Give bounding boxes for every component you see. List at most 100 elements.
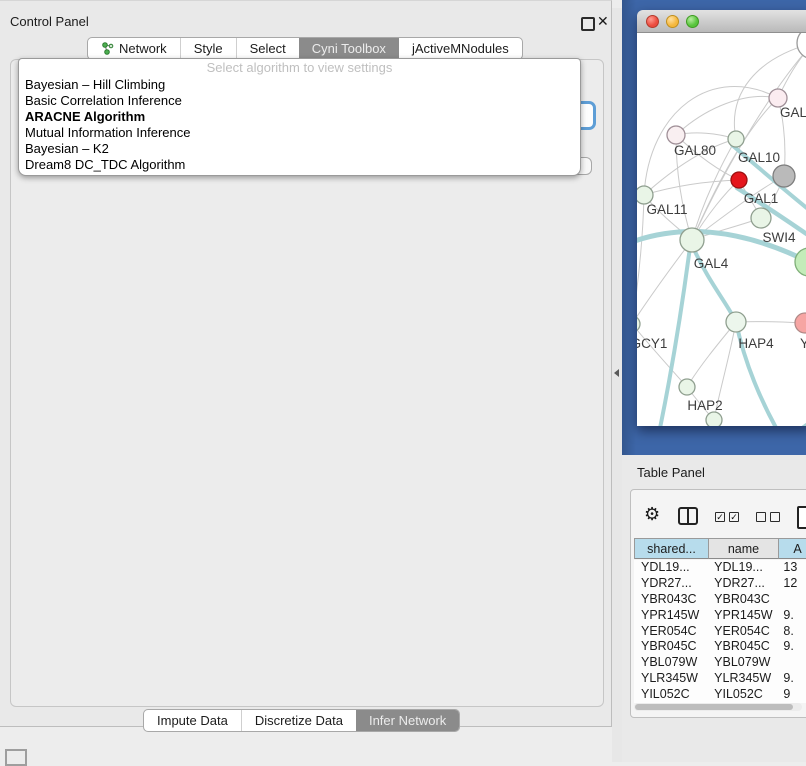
tab-strip: Network Style Select Cyni Toolbox jActiveMNo… [87,37,523,60]
network-node-hap4[interactable] [726,312,746,332]
network-node-gal10[interactable] [728,131,744,147]
tab-label: Select [250,38,286,59]
network-node-gal80[interactable] [667,126,685,144]
tab-label: Discretize Data [255,710,343,731]
table-hscrollbar-thumb[interactable] [635,704,793,710]
tab-label: Style [194,38,223,59]
column-header-a[interactable]: A [779,539,806,559]
column-header-shared[interactable]: shared... [635,539,709,559]
table-cell: YDR27... [634,576,707,592]
table-cell: 12 [776,576,806,592]
minimized-panel-icon[interactable] [5,749,27,766]
node-label-y: Y [800,336,806,351]
tab-infer-network[interactable]: Infer Network [356,710,459,731]
table-row[interactable]: YBR045CYBR045C9. [634,639,806,655]
column-header-name[interactable]: name [709,539,779,559]
algorithm-option-dream8-dc-tdc-algorithm[interactable]: Dream8 DC_TDC Algorithm [19,157,580,173]
table-cell [776,655,806,671]
network-node-unlabeled[interactable] [706,412,722,426]
algorithm-option-basic-correlation-inference[interactable]: Basic Correlation Inference [19,93,580,109]
table-row[interactable]: YPR145WYPR145W9. [634,608,806,624]
algorithm-placeholder: Select algorithm to view settings [19,59,580,77]
table-row[interactable]: YIL052CYIL052C9 [634,687,806,703]
network-canvas[interactable]: GALGAL80GAL10GAL1GAL11SWI4GAL4GCY1HAP4YH… [637,33,806,426]
splitter-arrow-icon[interactable] [614,369,619,377]
node-label-hap2: HAP2 [687,398,722,413]
tab-jactivemnodules[interactable]: jActiveMNodules [399,38,522,59]
table-cell: YDR27... [707,576,776,592]
network-node-hap2[interactable] [679,379,695,395]
table-row[interactable]: YDR27...YDR27...12 [634,576,806,592]
table-cell: YER054C [634,624,707,640]
table-cell: 9. [776,639,806,655]
network-node-gal4[interactable] [680,228,704,252]
node-label-gal1: GAL1 [744,191,779,206]
table-cell: 9. [776,671,806,687]
tab-discretize-data[interactable]: Discretize Data [241,710,356,731]
unchecked-checkbox-icon[interactable] [770,512,780,522]
table-cell: YPR145W [707,608,776,624]
network-node-y[interactable] [795,313,806,333]
tab-select[interactable]: Select [236,38,299,59]
network-node-unlabeled[interactable] [795,248,806,276]
algorithm-option-mutual-information-inference[interactable]: Mutual Information Inference [19,125,580,141]
bottom-tab-strip: Impute Data Discretize Data Infer Network [143,709,460,732]
table-row[interactable]: YLR345WYLR345W9. [634,671,806,687]
table-cell: YDL19... [634,560,707,576]
tab-style[interactable]: Style [180,38,236,59]
node-label-swi4: SWI4 [762,230,795,245]
tab-label: Network [119,38,167,59]
table-cell: YIL052C [634,687,707,703]
algorithm-option-bayesian-k2[interactable]: Bayesian – K2 [19,141,580,157]
node-label-gal4: GAL4 [694,256,729,271]
float-icon[interactable] [581,17,595,31]
table-cell: YER054C [707,624,776,640]
network-node-gal1[interactable] [731,172,747,188]
minimize-traffic-light-icon[interactable] [666,15,679,28]
gear-icon[interactable]: ⚙ [644,505,660,523]
network-node-gcy1[interactable] [637,316,640,332]
network-window-titlebar[interactable] [637,10,806,33]
table-cell: YBL079W [707,655,776,671]
tab-network[interactable]: Network [88,38,180,59]
table-cell: 9. [776,608,806,624]
checked-checkbox-icon[interactable]: ✓ [729,512,739,522]
close-icon[interactable]: ✕ [597,13,609,30]
table-cell: YIL052C [707,687,776,703]
tab-label: Impute Data [157,710,228,731]
panel-splitter[interactable] [612,8,622,762]
table-cell: YBR045C [707,639,776,655]
close-traffic-light-icon[interactable] [646,15,659,28]
tab-label: Cyni Toolbox [312,38,386,59]
network-node-unlabeled[interactable] [773,165,795,187]
table-row[interactable]: YBL079WYBL079W [634,655,806,671]
table-cell: YDL19... [707,560,776,576]
checked-checkbox-icon[interactable]: ✓ [715,512,725,522]
columns-icon[interactable] [678,507,698,525]
node-label-gcy1: GCY1 [637,336,667,351]
table-body: YDL19...YDL19...13YDR27...YDR27...12YBR0… [634,560,806,703]
node-label-gal11: GAL11 [646,202,687,217]
network-icon [101,42,114,55]
table-row[interactable]: YER054CYER054C8. [634,624,806,640]
tab-cyni-toolbox[interactable]: Cyni Toolbox [299,38,399,59]
table-cell: YLR345W [707,671,776,687]
panel-title: Control Panel [10,14,89,29]
tab-impute-data[interactable]: Impute Data [144,710,241,731]
unchecked-checkbox-icon[interactable] [756,512,766,522]
network-node-swi4[interactable] [751,208,771,228]
table-cell: YLR345W [634,671,707,687]
algorithm-option-aracne-algorithm[interactable]: ARACNE Algorithm [19,109,580,125]
table-cell: 9 [776,687,806,703]
screen: { "icons": {"gear": "⚙", "check": "✓", "… [0,0,806,762]
tab-label: Infer Network [369,710,446,731]
network-node-unlabeled[interactable] [797,33,806,59]
table-cell: 13 [776,560,806,576]
table-row[interactable]: YBR043CYBR043C [634,592,806,608]
table-row[interactable]: YDL19...YDL19...13 [634,560,806,576]
algorithm-option-bayesian-hill-climbing[interactable]: Bayesian – Hill Climbing [19,77,580,93]
control-panel-window: Control Panel ✕ Network Style Select Cyni T… [0,0,612,727]
table-cell: 8. [776,624,806,640]
document-icon[interactable] [797,506,806,529]
zoom-traffic-light-icon[interactable] [686,15,699,28]
